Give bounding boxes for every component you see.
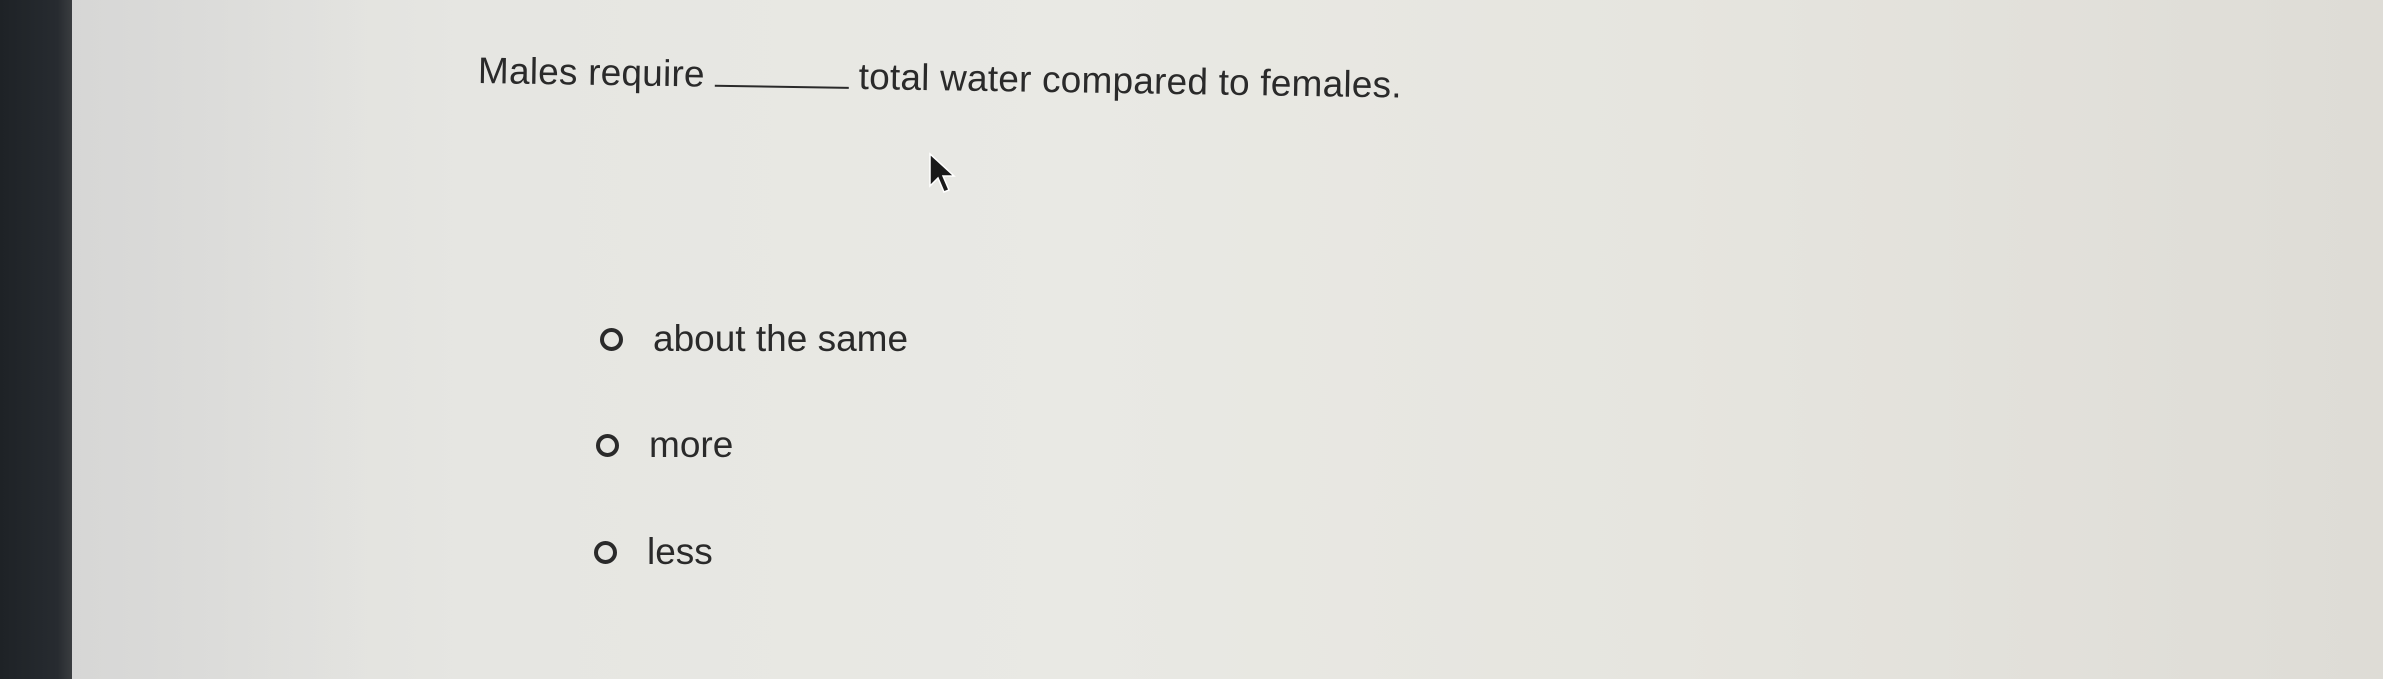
option-label[interactable]: more [649,424,733,466]
option-label[interactable]: less [647,531,713,573]
option-more[interactable]: more [596,424,733,466]
screen: Males require total water compared to fem… [0,0,2383,679]
radio-button-icon[interactable] [596,433,619,457]
radio-button-icon[interactable] [600,327,623,351]
option-less[interactable]: less [594,531,713,573]
answer-blank [714,82,849,89]
option-about-the-same[interactable]: about the same [600,318,908,360]
option-label[interactable]: about the same [653,318,908,360]
screen-glare [72,0,372,679]
question-suffix: total water compared to females. [858,55,1403,106]
question-prefix: Males require [477,50,706,95]
monitor-bezel [0,0,72,679]
mouse-pointer-arrow-icon [929,152,956,193]
radio-button-icon[interactable] [594,540,617,564]
question-text: Males require total water compared to fem… [478,50,1402,107]
